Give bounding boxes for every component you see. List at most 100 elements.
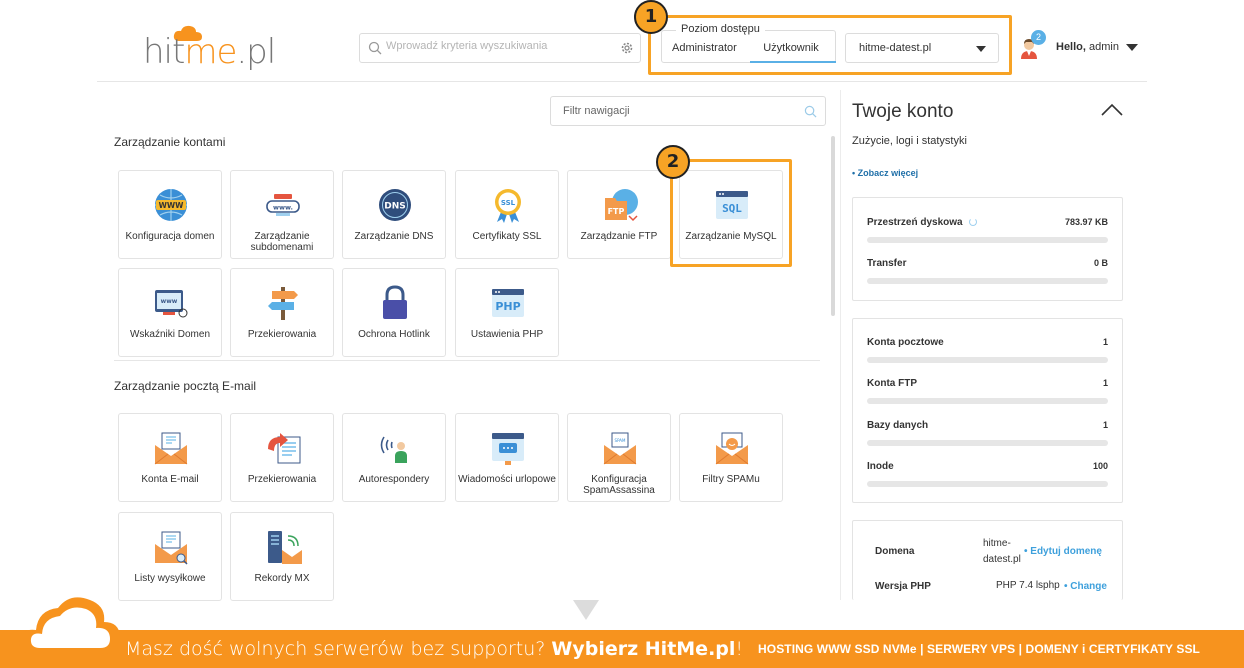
signpost-icon	[268, 287, 298, 320]
stat-label: Inode	[867, 461, 894, 472]
svg-text:www.: www.	[273, 204, 293, 212]
tile-label: Listy wysyłkowe	[134, 573, 206, 584]
cloud-icon	[19, 597, 120, 654]
edit-domain-link[interactable]: • Edytuj domenę	[1024, 546, 1102, 557]
tile-label: Konfiguracja SpamAssassina	[583, 474, 655, 496]
progress-bar	[867, 278, 1108, 284]
tile-vacation-messages[interactable]: Wiadomości urlopowe	[455, 413, 559, 502]
php-version-value: PHP 7.4 lsphp	[996, 580, 1060, 591]
annotation-highlight-2	[670, 159, 792, 267]
tile-label: Zarządzanie DNS	[354, 231, 434, 242]
stat-email-accounts: Konta pocztowe 1	[867, 337, 1108, 367]
tile-redirects[interactable]: Przekierowania	[230, 268, 334, 357]
user-menu[interactable]: 2 Hello, admin	[1018, 30, 1143, 62]
tile-label: Zarządzanie subdomenami	[250, 231, 314, 253]
tile-email-accounts[interactable]: Konta E-mail	[118, 413, 222, 502]
tile-label: Rekordy MX	[254, 573, 310, 584]
banner-text: Masz dość wolnych serwerów bez supportu?…	[125, 638, 744, 660]
stat-label: Bazy danych	[867, 420, 929, 431]
subdomain-icon: www.	[266, 194, 300, 216]
annotation-badge-2: 2	[656, 145, 690, 179]
progress-bar	[867, 440, 1108, 446]
domain-value: hitme-datest.pl	[983, 538, 1021, 565]
tile-email-forwarders[interactable]: Przekierowania	[230, 413, 334, 502]
tile-label: Certyfikaty SSL	[472, 231, 542, 242]
tile-label: Przekierowania	[247, 329, 317, 340]
section-divider	[114, 360, 820, 361]
tile-label: Konta E-mail	[141, 474, 199, 485]
tile-label: Wiadomości urlopowe	[458, 474, 556, 485]
vacation-message-icon	[492, 433, 524, 465]
see-more-link[interactable]: • Zobacz więcej	[852, 168, 918, 178]
stat-value: 783.97 KB	[1064, 217, 1108, 227]
tile-spamassassin[interactable]: SPAM Konfiguracja SpamAssassina	[567, 413, 671, 502]
stat-databases: Bazy danych 1	[867, 420, 1108, 450]
stat-label: Transfer	[867, 258, 907, 269]
progress-bar	[867, 237, 1108, 243]
info-card: Domena hitme-datest.pl • Edytuj domenę W…	[852, 520, 1123, 600]
php-icon: PHP	[492, 289, 524, 317]
spam-filter-icon	[715, 432, 749, 465]
chevron-down-icon[interactable]	[1126, 44, 1138, 51]
email-envelope-icon	[154, 432, 188, 465]
ssl-certificate-icon: SSL	[495, 189, 521, 223]
notification-badge[interactable]: 2	[1031, 30, 1046, 45]
tile-label: Filtry SPAMu	[702, 474, 760, 485]
tile-mx-records[interactable]: Rekordy MX	[230, 512, 334, 601]
stat-value: 1	[1102, 378, 1108, 388]
scrollbar[interactable]	[831, 136, 835, 316]
chevron-up-icon[interactable]	[1101, 103, 1123, 117]
php-version-label: Wersja PHP	[875, 581, 931, 592]
stat-label: Konta pocztowe	[867, 337, 944, 348]
annotation-badge-1: 1	[634, 0, 668, 34]
tile-autoresponders[interactable]: Autorespondery	[342, 413, 446, 502]
navigation-filter	[550, 96, 826, 126]
stat-label: Przestrzeń dyskowa	[867, 217, 963, 228]
stat-value: 1	[1102, 420, 1108, 430]
stat-value: 100	[1092, 461, 1108, 471]
search-icon	[804, 105, 817, 118]
tile-mailing-lists[interactable]: Listy wysyłkowe	[118, 512, 222, 601]
account-title: Twoje konto	[852, 101, 954, 122]
tile-dns[interactable]: DNS Zarządzanie DNS	[342, 170, 446, 259]
tile-spam-filters[interactable]: Filtry SPAMu	[679, 413, 783, 502]
change-php-link[interactable]: • Change	[1064, 581, 1107, 592]
svg-text:SPAM: SPAM	[615, 438, 626, 443]
search-box	[359, 33, 641, 63]
spamassassin-icon: SPAM	[603, 432, 637, 465]
svg-text:PHP: PHP	[495, 300, 520, 313]
tile-domain-pointers[interactable]: www Wskaźniki Domen	[118, 268, 222, 357]
mx-records-icon	[268, 531, 302, 564]
counts-card: Konta pocztowe 1 Konta FTP 1 Bazy danych…	[852, 318, 1123, 503]
svg-text:www: www	[161, 298, 178, 305]
tile-label: Przekierowania	[247, 474, 317, 485]
domain-pointer-icon: www	[155, 290, 188, 318]
panel-divider	[840, 90, 841, 600]
gear-icon[interactable]	[620, 41, 634, 55]
stat-disk-space: Przestrzeń dyskowa 783.97 KB	[867, 217, 1108, 247]
scroll-down-arrow-icon[interactable]	[573, 600, 599, 620]
tile-hotlink[interactable]: Ochrona Hotlink	[342, 268, 446, 357]
mailing-list-icon	[155, 531, 188, 565]
annotation-highlight-1	[648, 15, 1012, 75]
tile-subdomains[interactable]: www. Zarządzanie subdomenami	[230, 170, 334, 259]
stat-inode: Inode 100	[867, 461, 1108, 491]
svg-text:WWW: WWW	[159, 201, 185, 210]
banner-services: HOSTING WWW SSD NVMe | SERWERY VPS | DOM…	[758, 642, 1200, 656]
email-forward-icon	[268, 433, 301, 464]
stat-value: 0 B	[1093, 258, 1108, 268]
section-title-accounts: Zarządzanie kontami	[114, 135, 226, 149]
svg-text:SSL: SSL	[501, 199, 516, 207]
tile-php-settings[interactable]: PHP Ustawienia PHP	[455, 268, 559, 357]
navigation-filter-input[interactable]	[563, 105, 783, 117]
user-greeting: Hello, admin	[1056, 41, 1119, 53]
tile-ftp[interactable]: FTP Zarządzanie FTP	[567, 170, 671, 259]
ftp-icon: FTP	[605, 189, 638, 222]
hitme-logo[interactable]: hitme.pl	[143, 24, 276, 74]
tile-ssl[interactable]: SSL Certyfikaty SSL	[455, 170, 559, 259]
domain-label: Domena	[875, 546, 915, 557]
tile-domain-config[interactable]: WWW Konfiguracja domen	[118, 170, 222, 259]
search-input[interactable]	[386, 40, 606, 52]
progress-bar	[867, 481, 1108, 487]
section-title-email: Zarządzanie pocztą E-mail	[114, 379, 257, 393]
